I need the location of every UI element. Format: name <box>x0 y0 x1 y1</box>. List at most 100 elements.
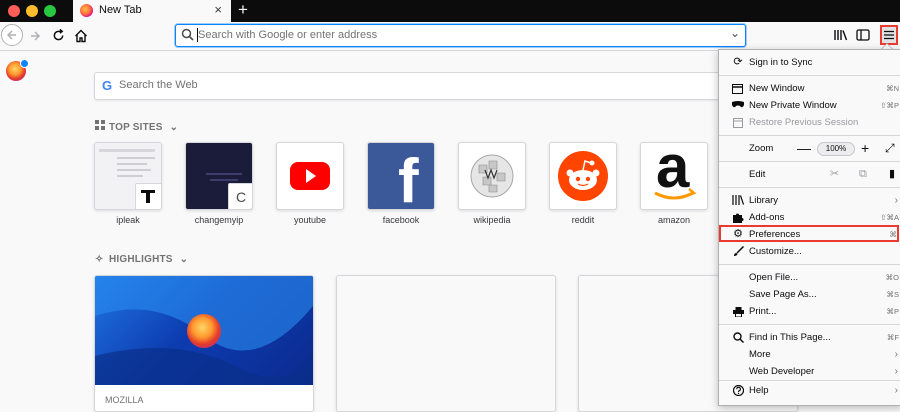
menu-item-zoom: Zoom — 100% + ⤢ <box>749 140 895 156</box>
hamburger-menu-icon <box>884 30 894 40</box>
menu-item-help[interactable]: Help › <box>719 382 900 399</box>
site-thumbnail <box>458 142 526 210</box>
highlights-heading[interactable]: ✧ HIGHLIGHTS ⌄ <box>95 254 188 265</box>
reddit-logo-icon <box>558 151 608 201</box>
google-icon: G <box>102 78 113 93</box>
library-icon <box>834 30 848 41</box>
menu-separator <box>719 264 900 265</box>
reload-button[interactable] <box>50 26 66 46</box>
menu-item-print[interactable]: Print... ⌘P <box>719 303 900 320</box>
paste-icon[interactable]: ▮ <box>889 166 895 183</box>
chevron-down-icon[interactable]: ⌄ <box>180 254 189 265</box>
top-site-youtube[interactable]: youtube <box>276 142 344 225</box>
private-mask-icon <box>731 97 745 115</box>
new-window-icon <box>732 84 743 94</box>
address-bar[interactable]: Search with Google or enter address ⌄ <box>175 24 746 47</box>
menu-item-new-private-window[interactable]: New Private Window ⇧⌘P <box>719 97 900 114</box>
zoom-window-button[interactable] <box>44 5 56 17</box>
facebook-logo-icon: f <box>398 147 419 210</box>
changemyip-logo: C <box>228 183 252 209</box>
firefox-logo <box>187 314 221 348</box>
site-label: amazon <box>657 215 691 225</box>
highlight-card[interactable]: MOZILLA <box>94 275 314 412</box>
chevron-down-icon[interactable]: ⌄ <box>170 122 179 133</box>
copy-icon[interactable]: ⧉ <box>859 166 867 183</box>
top-site-facebook[interactable]: f facebook <box>367 142 435 225</box>
amazon-smile-icon <box>654 188 697 200</box>
menu-item-save-page[interactable]: Save Page As... ⌘S <box>719 286 900 303</box>
home-icon <box>75 29 87 43</box>
site-thumbnail: C <box>185 142 253 210</box>
top-sites-label: TOP SITES <box>109 122 163 133</box>
menu-item-open-file[interactable]: Open File... ⌘O <box>719 269 900 286</box>
highlight-source: MOZILLA <box>105 395 144 405</box>
top-site-changemyip[interactable]: C changemyip <box>185 142 253 225</box>
highlight-placeholder-card <box>336 275 556 412</box>
chevron-right-icon: › <box>894 366 898 377</box>
close-window-button[interactable] <box>8 5 20 17</box>
back-button[interactable] <box>1 24 23 46</box>
menu-item-edit: Edit ✂ ⧉ ▮ <box>719 166 900 183</box>
top-site-reddit[interactable]: reddit <box>549 142 617 225</box>
menu-item-web-developer[interactable]: Web Developer › <box>719 363 900 380</box>
menu-separator <box>719 324 900 325</box>
title-bar: New Tab × + <box>0 0 900 22</box>
ipleak-logo <box>135 183 161 209</box>
new-tab-button[interactable]: + <box>236 0 250 22</box>
preferences-highlight-box <box>719 225 899 242</box>
fullscreen-icon[interactable]: ⤢ <box>885 140 895 156</box>
top-site-ipleak[interactable]: ipleak <box>94 142 162 225</box>
library-button[interactable] <box>833 26 849 46</box>
forward-button[interactable] <box>27 26 43 46</box>
tab-new-tab[interactable]: New Tab × <box>73 0 231 22</box>
paintbrush-icon <box>731 243 745 263</box>
site-thumbnail: a <box>640 142 708 210</box>
reload-icon <box>53 28 63 41</box>
firefox-tab-icon <box>80 4 93 17</box>
menu-item-restore-session[interactable]: Restore Previous Session <box>719 114 900 131</box>
top-site-wikipedia[interactable]: wikipedia <box>458 142 526 225</box>
tab-title: New Tab <box>99 4 142 16</box>
chevron-right-icon: › <box>894 195 898 206</box>
zoom-in-button[interactable]: + <box>861 140 869 156</box>
menu-item-find[interactable]: Find in This Page... ⌘F <box>719 329 900 346</box>
sidebar-button[interactable] <box>855 26 871 46</box>
site-label: wikipedia <box>473 215 511 225</box>
firefox-logo <box>6 59 29 81</box>
cut-icon[interactable]: ✂ <box>830 166 839 183</box>
highlight-image <box>95 276 313 385</box>
menu-item-addons[interactable]: Add-ons ⇧⌘A <box>719 209 900 226</box>
site-label: reddit <box>571 215 595 225</box>
top-site-amazon[interactable]: a amazon <box>640 142 708 225</box>
chevron-right-icon: › <box>894 385 898 396</box>
help-icon <box>731 382 745 402</box>
sidebar-icon <box>856 29 870 41</box>
site-label: facebook <box>382 215 420 225</box>
web-search-box[interactable]: G Search the Web <box>94 72 736 100</box>
menu-item-more[interactable]: More › <box>719 346 900 363</box>
site-label: ipleak <box>116 215 140 225</box>
home-button[interactable] <box>72 26 90 46</box>
menu-item-library[interactable]: Library › <box>719 192 900 209</box>
web-search-input[interactable]: Search the Web <box>119 79 198 91</box>
menu-separator <box>719 75 900 76</box>
minimize-window-button[interactable] <box>26 5 38 17</box>
menu-separator <box>719 187 900 188</box>
tab-close-icon[interactable]: × <box>214 2 222 17</box>
zoom-reset-button[interactable]: 100% <box>817 142 855 156</box>
back-arrow-icon <box>6 30 16 40</box>
highlights-label: HIGHLIGHTS <box>109 254 173 265</box>
menu-item-sign-in[interactable]: ⟳ Sign in to Sync <box>719 54 900 71</box>
site-label: changemyip <box>194 215 244 225</box>
top-sites-heading[interactable]: TOP SITES ⌄ <box>95 120 178 133</box>
chevron-down-icon[interactable]: ⌄ <box>730 26 740 40</box>
menu-item-customize[interactable]: Customize... <box>719 243 900 260</box>
wikipedia-globe-icon <box>470 154 514 198</box>
address-input[interactable]: Search with Google or enter address <box>198 29 377 41</box>
open-menu-button[interactable] <box>880 25 898 45</box>
chevron-right-icon: › <box>894 349 898 360</box>
site-thumbnail <box>276 142 344 210</box>
search-icon <box>181 28 194 41</box>
zoom-out-button[interactable]: — <box>797 140 811 156</box>
menu-item-new-window[interactable]: New Window ⌘N <box>719 80 900 97</box>
